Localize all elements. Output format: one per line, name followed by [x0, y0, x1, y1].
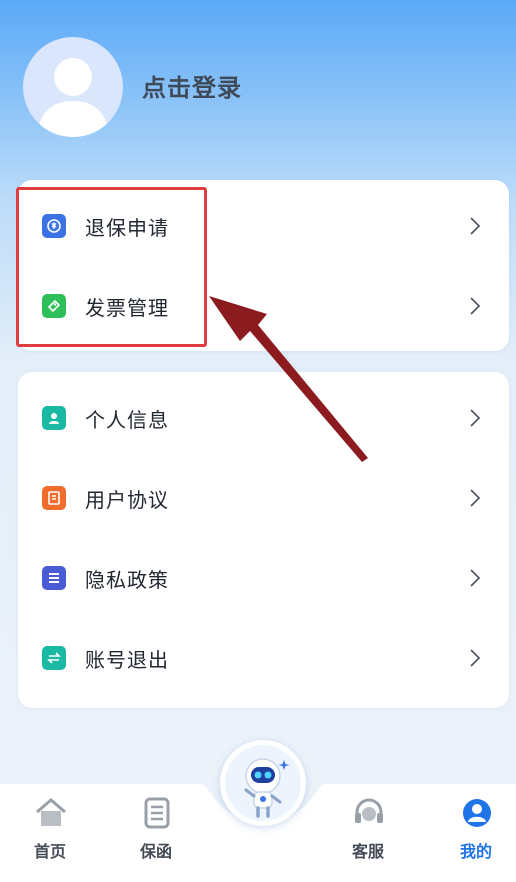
tab-guarantee[interactable]: 保函 — [116, 782, 196, 882]
document-icon — [144, 797, 170, 829]
ai-assistant-button[interactable] — [220, 740, 306, 826]
profile-icon — [463, 799, 491, 827]
tab-mine[interactable]: 我的 — [436, 782, 516, 882]
tab-home[interactable]: 首页 — [10, 782, 90, 882]
tab-customer-service[interactable]: 客服 — [328, 782, 408, 882]
tab-label: 客服 — [351, 842, 384, 861]
tab-label: 首页 — [33, 842, 66, 861]
robot-icon — [225, 745, 301, 821]
home-icon — [36, 798, 66, 826]
headset-icon — [355, 798, 383, 823]
tab-label: 保函 — [139, 842, 172, 861]
tab-label: 我的 — [459, 842, 492, 861]
